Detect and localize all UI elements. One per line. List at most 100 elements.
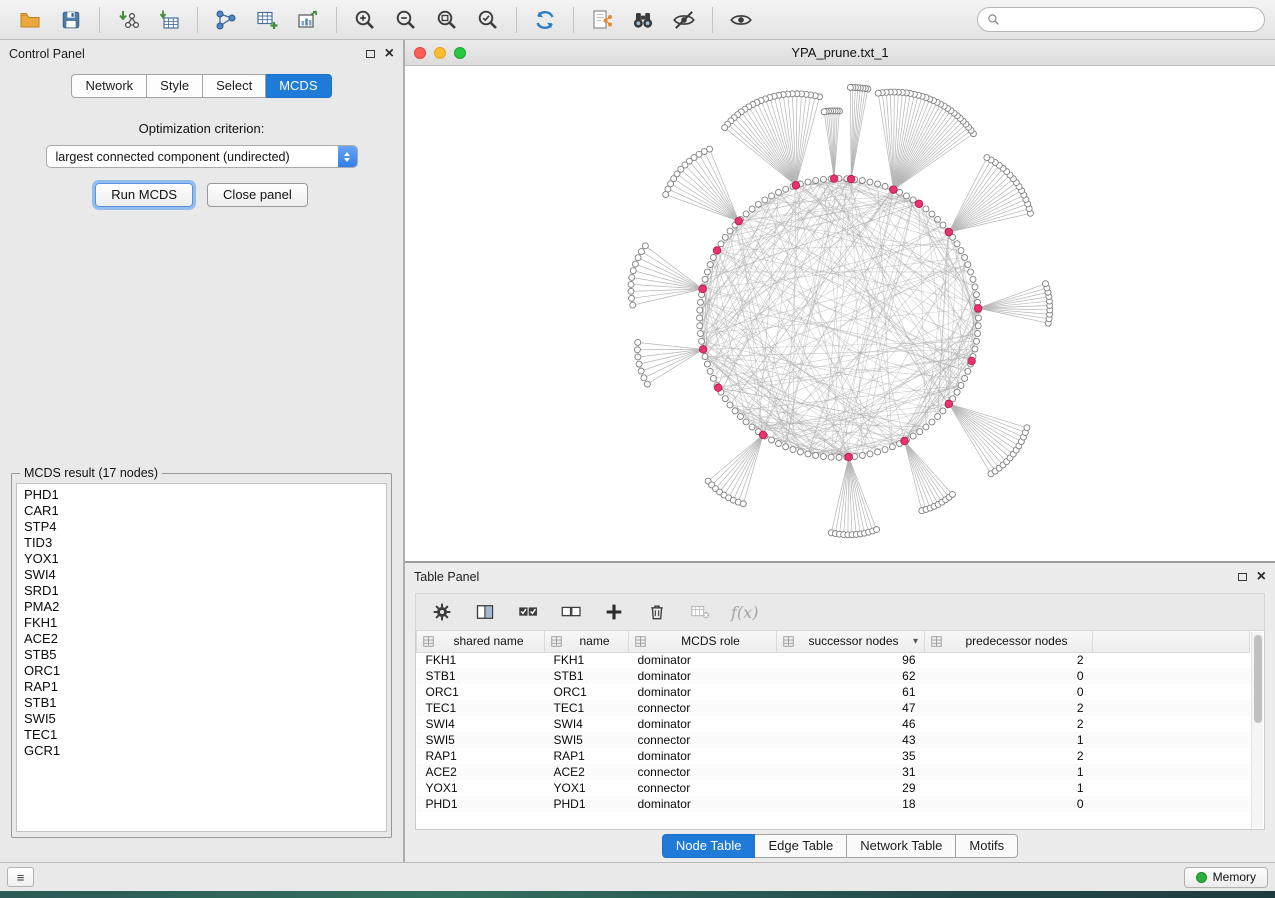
create-column-button[interactable] <box>602 600 626 624</box>
mcds-result-item[interactable]: SWI5 <box>24 711 379 727</box>
tab-node-table[interactable]: Node Table <box>662 834 756 858</box>
application-window: Control Panel × NetworkStyleSelectMCDS O… <box>0 0 1275 891</box>
select-all-button[interactable] <box>516 600 540 624</box>
table-row[interactable]: ORC1ORC1dominator610 <box>417 684 1250 700</box>
mcds-result-item[interactable]: YOX1 <box>24 551 379 567</box>
memory-label: Memory <box>1213 870 1256 884</box>
mcds-result-item[interactable]: ORC1 <box>24 663 379 679</box>
import-image-button[interactable] <box>288 4 328 36</box>
delete-column-button[interactable] <box>645 600 669 624</box>
search-icon <box>987 13 1000 26</box>
save-session-button[interactable] <box>51 4 91 36</box>
open-session-button[interactable] <box>10 4 50 36</box>
table-row[interactable]: SWI5SWI5connector431 <box>417 732 1250 748</box>
network-graph[interactable] <box>405 66 1275 561</box>
mcds-result-item[interactable]: TEC1 <box>24 727 379 743</box>
search-input[interactable] <box>1006 12 1255 28</box>
table-cell: 47 <box>777 700 925 716</box>
tab-mcds[interactable]: MCDS <box>266 74 331 98</box>
node-table[interactable]: shared namenameMCDS rolesuccessor nodes▾… <box>415 631 1265 830</box>
mcds-result-group: MCDS result (17 nodes) PHD1CAR1STP4TID3Y… <box>11 466 392 838</box>
import-table-button[interactable] <box>149 4 189 36</box>
table-row[interactable]: SWI4SWI4dominator462 <box>417 716 1250 732</box>
mcds-result-item[interactable]: STB5 <box>24 647 379 663</box>
close-table-panel-icon[interactable]: × <box>1257 572 1266 582</box>
table-cell: 96 <box>777 652 925 668</box>
minimize-window-icon[interactable] <box>434 47 446 59</box>
scrollbar-thumb[interactable] <box>1254 635 1262 723</box>
mcds-result-item[interactable]: CAR1 <box>24 503 379 519</box>
mcds-result-item[interactable]: SRD1 <box>24 583 379 599</box>
table-panel-tabs: Node TableEdge TableNetwork TableMotifs <box>405 830 1275 862</box>
close-panel-icon[interactable]: × <box>385 49 394 59</box>
show-graphics-details-button[interactable] <box>721 4 761 36</box>
table-cell: YOX1 <box>545 780 629 796</box>
export-network-button[interactable] <box>582 4 622 36</box>
unchecked-boxes-icon <box>560 601 582 623</box>
network-view-titlebar[interactable]: YPA_prune.txt_1 <box>405 40 1275 66</box>
table-row[interactable]: STB1STB1dominator620 <box>417 668 1250 684</box>
show-column-button[interactable] <box>473 600 497 624</box>
column-header[interactable]: MCDS role <box>629 631 777 652</box>
columns-icon <box>475 602 495 622</box>
control-panel-tabs: NetworkStyleSelectMCDS <box>0 68 403 108</box>
mcds-result-item[interactable]: FKH1 <box>24 615 379 631</box>
mcds-result-item[interactable]: STB1 <box>24 695 379 711</box>
status-menu-button[interactable]: ≡ <box>7 867 34 887</box>
maximize-window-icon[interactable] <box>454 47 466 59</box>
mcds-result-item[interactable]: PMA2 <box>24 599 379 615</box>
table-scrollbar[interactable] <box>1251 632 1263 828</box>
import-network-button[interactable] <box>108 4 148 36</box>
table-cell: SWI5 <box>545 732 629 748</box>
table-row[interactable]: PHD1PHD1dominator180 <box>417 796 1250 812</box>
zoom-in-button[interactable] <box>345 4 385 36</box>
mcds-result-item[interactable]: TID3 <box>24 535 379 551</box>
run-mcds-button[interactable]: Run MCDS <box>95 183 193 207</box>
zoom-out-button[interactable] <box>386 4 426 36</box>
tab-motifs[interactable]: Motifs <box>956 834 1018 858</box>
mcds-result-item[interactable]: RAP1 <box>24 679 379 695</box>
find-button[interactable] <box>623 4 663 36</box>
zoom-fit-button[interactable] <box>427 4 467 36</box>
tab-edge-table[interactable]: Edge Table <box>755 834 847 858</box>
search-box[interactable] <box>977 7 1265 32</box>
network-view-title: YPA_prune.txt_1 <box>405 45 1275 60</box>
new-network-button[interactable] <box>206 4 246 36</box>
tab-network[interactable]: Network <box>71 74 147 98</box>
deselect-all-button[interactable] <box>559 600 583 624</box>
table-row[interactable]: YOX1YOX1connector291 <box>417 780 1250 796</box>
mcds-result-item[interactable]: ACE2 <box>24 631 379 647</box>
mcds-result-item[interactable]: PHD1 <box>24 487 379 503</box>
tab-network-table[interactable]: Network Table <box>847 834 956 858</box>
add-table-button[interactable] <box>247 4 287 36</box>
mcds-result-item[interactable]: STP4 <box>24 519 379 535</box>
close-panel-button[interactable]: Close panel <box>207 183 308 207</box>
column-header[interactable]: name <box>545 631 629 652</box>
network-canvas[interactable] <box>405 66 1275 561</box>
tab-style[interactable]: Style <box>147 74 203 98</box>
table-cell: 0 <box>925 684 1093 700</box>
memory-status-icon <box>1196 872 1207 883</box>
criterion-dropdown[interactable]: largest connected component (undirected) <box>46 145 358 168</box>
close-window-icon[interactable] <box>414 47 426 59</box>
column-header[interactable]: successor nodes▾ <box>777 631 925 652</box>
table-row[interactable]: ACE2ACE2connector311 <box>417 764 1250 780</box>
mcds-result-list[interactable]: PHD1CAR1STP4TID3YOX1SWI4SRD1PMA2FKH1ACE2… <box>16 483 387 832</box>
table-row[interactable]: FKH1FKH1dominator962 <box>417 652 1250 668</box>
column-header[interactable]: predecessor nodes <box>925 631 1093 652</box>
hide-graphics-details-button[interactable] <box>664 4 704 36</box>
table-row[interactable]: RAP1RAP1dominator352 <box>417 748 1250 764</box>
table-row[interactable]: TEC1TEC1connector472 <box>417 700 1250 716</box>
table-cell: SWI4 <box>417 716 545 732</box>
zoom-selected-button[interactable] <box>468 4 508 36</box>
table-panel-header: Table Panel × <box>405 563 1275 591</box>
table-options-button[interactable] <box>430 600 454 624</box>
tab-select[interactable]: Select <box>203 74 266 98</box>
memory-button[interactable]: Memory <box>1184 867 1268 888</box>
column-header[interactable]: shared name <box>417 631 545 652</box>
mcds-result-item[interactable]: SWI4 <box>24 567 379 583</box>
float-panel-icon[interactable] <box>366 50 375 58</box>
refresh-view-button[interactable] <box>525 4 565 36</box>
float-table-panel-icon[interactable] <box>1238 573 1247 581</box>
mcds-result-item[interactable]: GCR1 <box>24 743 379 759</box>
